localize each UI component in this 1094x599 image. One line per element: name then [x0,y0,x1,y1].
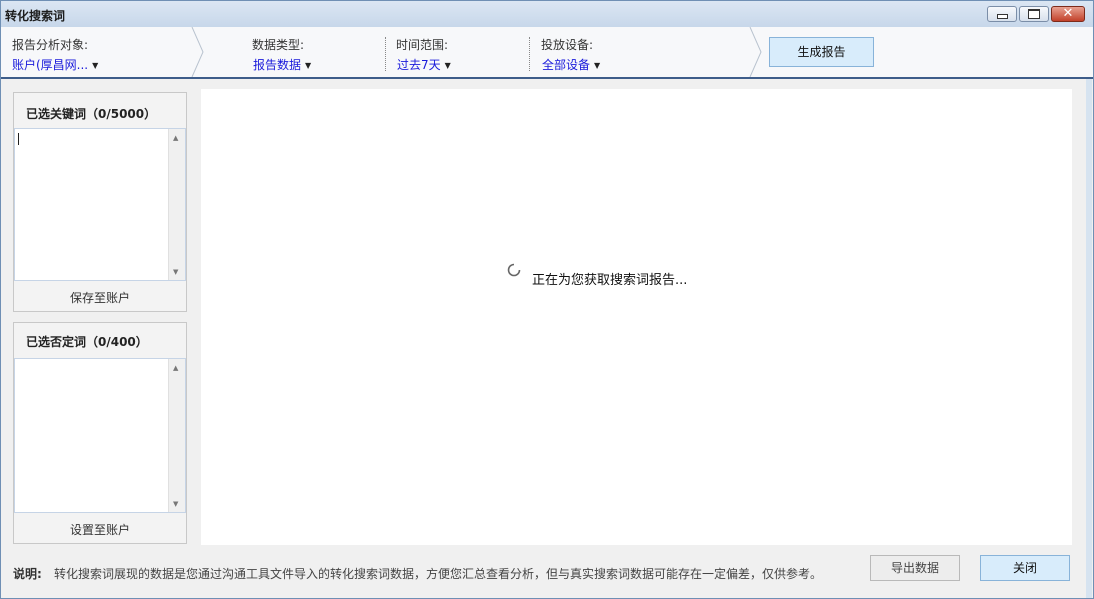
close-icon: ✕ [1062,6,1074,21]
separator [385,37,386,71]
report-target-dropdown[interactable]: 账户(厚昌网... ▼ [12,56,98,73]
loading-spinner-icon [507,263,521,277]
dropdown-caret-icon: ▼ [305,61,312,70]
device-value: 全部设备 [542,58,591,72]
note-label: 说明: [13,567,42,581]
data-type-value: 报告数据 [253,58,302,72]
data-type-label: 数据类型: [252,38,305,52]
generate-report-button[interactable]: 生成报告 [769,37,874,67]
chevron-divider-icon [191,27,204,77]
keywords-scrollbar[interactable]: ▲ ▼ [168,129,185,280]
selected-keywords-panel: 已选关键词（0/5000） ▲ ▼ 保存至账户 [13,92,187,312]
close-button[interactable]: 关闭 [980,555,1070,581]
close-window-button[interactable]: ✕ [1051,6,1085,22]
right-edge-strip [1086,79,1092,598]
window-title: 转化搜索词 [5,9,66,23]
report-target-group: 报告分析对象: 账户(厚昌网... ▼ [1,27,191,77]
scroll-down-icon[interactable]: ▼ [173,268,178,276]
keywords-textarea[interactable]: ▲ ▼ [14,128,186,281]
minimize-icon [996,14,1008,19]
device-label: 投放设备: [541,38,594,52]
report-content-area: 正在为您获取搜索词报告... [201,89,1072,545]
report-target-value: 账户(厚昌网... [12,58,89,72]
scroll-down-icon[interactable]: ▼ [173,500,178,508]
selected-negative-keywords-title: 已选否定词（0/400） [26,335,148,349]
note-text: 转化搜索词展现的数据是您通过沟通工具文件导入的转化搜索词数据，方便您汇总查看分析… [54,567,823,581]
data-type-dropdown[interactable]: 报告数据 ▼ [253,56,311,73]
minimize-button[interactable] [987,6,1017,22]
time-range-value: 过去7天 [397,58,441,72]
dropdown-caret-icon: ▼ [92,61,99,70]
time-range-label: 时间范围: [396,38,449,52]
report-target-label: 报告分析对象: [12,38,89,52]
maximize-icon [1028,9,1040,19]
export-data-button[interactable]: 导出数据 [870,555,960,581]
device-dropdown[interactable]: 全部设备 ▼ [542,56,600,73]
save-to-account-button[interactable]: 保存至账户 [14,289,186,306]
scroll-up-icon[interactable]: ▲ [173,134,178,142]
title-bar[interactable]: 转化搜索词 ✕ [1,1,1093,28]
text-cursor [18,133,19,145]
chevron-divider-icon [749,27,762,77]
negative-keywords-scrollbar[interactable]: ▲ ▼ [168,359,185,512]
device-group: 投放设备: 全部设备 ▼ [541,27,741,77]
scroll-up-icon[interactable]: ▲ [173,364,178,372]
maximize-button[interactable] [1019,6,1049,22]
selected-negative-keywords-panel: 已选否定词（0/400） ▲ ▼ 设置至账户 [13,322,187,544]
data-type-group: 数据类型: 报告数据 ▼ [251,27,381,77]
selected-keywords-title: 已选关键词（0/5000） [26,107,157,121]
loading-message: 正在为您获取搜索词报告... [532,273,688,288]
set-to-account-button[interactable]: 设置至账户 [14,521,186,538]
separator [529,37,530,71]
dropdown-caret-icon: ▼ [594,61,601,70]
time-range-dropdown[interactable]: 过去7天 ▼ [397,56,451,73]
filter-toolbar: 报告分析对象: 账户(厚昌网... ▼ 数据类型: 报告数据 ▼ 时间范围: 过去7… [1,27,1093,79]
window: 转化搜索词 ✕ 报告分析对象: 账户(厚昌网... ▼ 数据类型: 报告数据 ▼ 时… [0,0,1094,599]
dropdown-caret-icon: ▼ [444,61,451,70]
time-range-group: 时间范围: 过去7天 ▼ [396,27,526,77]
negative-keywords-textarea[interactable]: ▲ ▼ [14,358,186,513]
